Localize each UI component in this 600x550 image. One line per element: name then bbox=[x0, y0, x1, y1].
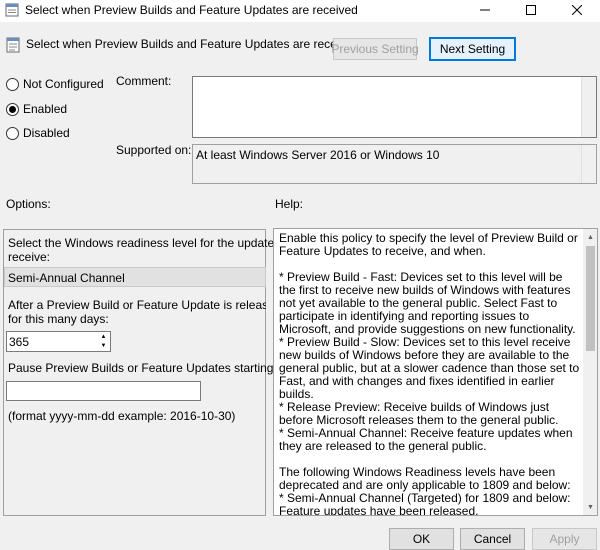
pause-date-input[interactable] bbox=[6, 381, 201, 401]
policy-settings-icon bbox=[6, 37, 20, 53]
chevron-up-icon[interactable]: ▲ bbox=[97, 332, 110, 342]
pause-prompt: Pause Preview Builds or Feature Updates … bbox=[8, 361, 277, 375]
supported-scrollbar[interactable] bbox=[581, 145, 596, 183]
cancel-button[interactable]: Cancel bbox=[460, 528, 525, 550]
radio-label: Enabled bbox=[23, 102, 68, 116]
help-scrollbar[interactable]: ▲ ▼ bbox=[583, 229, 597, 515]
help-paragraph: The following Windows Readiness levels h… bbox=[279, 465, 571, 492]
supported-on-value: At least Windows Server 2016 or Windows … bbox=[196, 148, 440, 162]
radio-button[interactable] bbox=[6, 126, 19, 140]
readiness-prompt-cont: receive: bbox=[8, 250, 51, 264]
apply-button[interactable]: Apply bbox=[532, 528, 597, 550]
readiness-level-value: Semi-Annual Channel bbox=[8, 271, 125, 285]
supported-on-label: Supported on: bbox=[116, 143, 192, 157]
close-icon bbox=[571, 4, 583, 18]
window-title: Select when Preview Builds and Feature U… bbox=[25, 3, 358, 17]
help-paragraph: * Release Preview: Receive builds of Win… bbox=[279, 400, 559, 427]
ok-button[interactable]: OK bbox=[389, 528, 454, 550]
defer-prompt: After a Preview Build or Feature Update … bbox=[8, 298, 266, 312]
help-label: Help: bbox=[275, 197, 304, 211]
comment-field[interactable] bbox=[192, 76, 597, 138]
chevron-down-icon[interactable]: ▼ bbox=[97, 342, 110, 352]
radio-selected-dot bbox=[9, 105, 16, 113]
scrollbar-thumb[interactable] bbox=[586, 246, 595, 351]
defer-prompt-cont: for this many days: bbox=[8, 312, 109, 326]
radio-label: Disabled bbox=[23, 126, 70, 140]
maximize-button[interactable] bbox=[508, 0, 554, 22]
help-paragraph: * Semi-Annual Channel: Receive feature u… bbox=[279, 426, 573, 453]
help-paragraph: * Preview Build - Fast: Devices set to t… bbox=[279, 270, 576, 336]
help-pane: Enable this policy to specify the level … bbox=[273, 228, 598, 516]
help-paragraph: Enable this policy to specify the level … bbox=[279, 231, 578, 258]
radio-label: Not Configured bbox=[23, 77, 104, 91]
close-button[interactable] bbox=[554, 0, 600, 22]
radio-button[interactable] bbox=[6, 77, 19, 91]
previous-setting-button[interactable]: Previous Setting bbox=[331, 38, 419, 60]
comment-label: Comment: bbox=[116, 74, 172, 88]
format-hint: (format yyyy-mm-dd example: 2016-10-30) bbox=[8, 409, 236, 423]
policy-settings-icon bbox=[5, 3, 19, 17]
radio-button[interactable] bbox=[6, 102, 19, 116]
comment-scrollbar[interactable] bbox=[581, 77, 596, 137]
radio-enabled[interactable]: Enabled bbox=[6, 102, 67, 116]
readiness-prompt: Select the Windows readiness level for t… bbox=[8, 236, 303, 250]
scroll-down-icon[interactable]: ▼ bbox=[583, 499, 597, 515]
radio-disabled[interactable]: Disabled bbox=[6, 126, 70, 140]
radio-not-configured[interactable]: Not Configured bbox=[6, 77, 104, 91]
stepper-buttons: ▲ ▼ bbox=[97, 332, 110, 351]
maximize-icon bbox=[526, 4, 536, 18]
help-paragraph: * Preview Build - Slow: Devices set to t… bbox=[279, 335, 580, 401]
next-setting-button[interactable]: Next Setting bbox=[429, 37, 516, 61]
policy-title: Select when Preview Builds and Feature U… bbox=[26, 37, 359, 51]
options-label: Options: bbox=[6, 197, 51, 211]
help-text: Enable this policy to specify the level … bbox=[279, 232, 581, 516]
minimize-button[interactable] bbox=[462, 0, 508, 22]
scroll-up-icon[interactable]: ▲ bbox=[583, 229, 597, 245]
minimize-icon bbox=[480, 4, 490, 18]
defer-days-value: 365 bbox=[9, 335, 30, 349]
help-paragraph: * Semi-Annual Channel (Targeted) for 180… bbox=[279, 491, 571, 516]
